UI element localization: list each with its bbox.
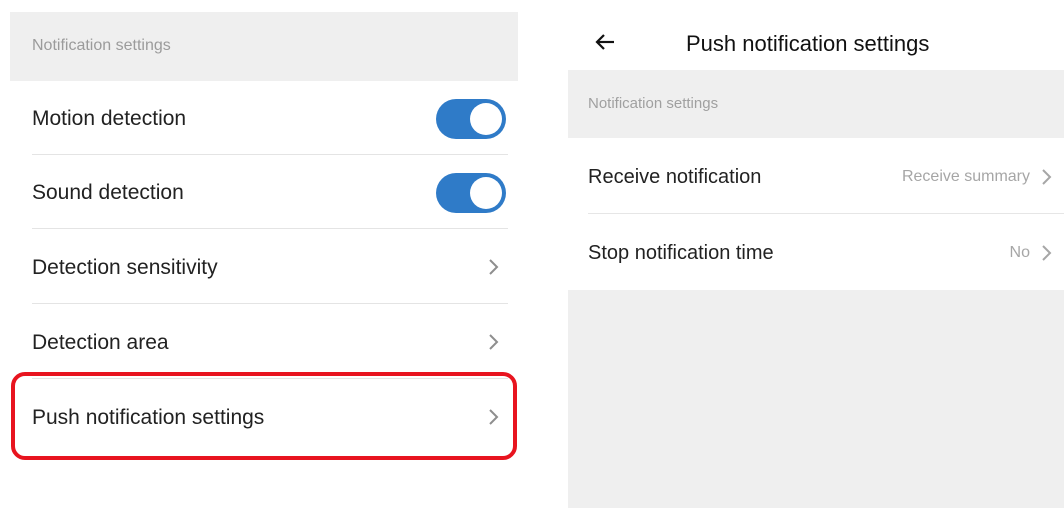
notification-options-list: Receive notification Receive summary Sto… [568, 138, 1064, 290]
sound-detection-label: Sound detection [32, 181, 184, 204]
detection-sensitivity-label: Detection sensitivity [32, 256, 218, 279]
section-header: Notification settings [10, 12, 518, 81]
chevron-right-icon [489, 334, 499, 350]
detection-sensitivity-row[interactable]: Detection sensitivity [10, 230, 518, 304]
push-notification-settings-screen: Push notification settings Notification … [568, 0, 1064, 508]
receive-notification-row[interactable]: Receive notification Receive summary [568, 138, 1064, 214]
chevron-right-icon [489, 259, 499, 275]
section-header: Notification settings [568, 70, 1064, 138]
page-title: Push notification settings [686, 31, 930, 56]
detection-area-label: Detection area [32, 331, 169, 354]
detection-area-row[interactable]: Detection area [10, 305, 518, 379]
sound-detection-row: Sound detection [10, 155, 518, 229]
toggle-knob [470, 177, 502, 209]
top-bar: Push notification settings [568, 0, 1064, 70]
stop-notification-time-row[interactable]: Stop notification time No [568, 214, 1064, 290]
motion-detection-toggle[interactable] [436, 99, 506, 139]
detection-settings-panel: Notification settings Motion detection S… [10, 0, 518, 508]
back-arrow-icon[interactable] [594, 30, 618, 54]
section-header-label: Notification settings [588, 95, 719, 112]
sound-detection-toggle[interactable] [436, 173, 506, 213]
receive-notification-value: Receive summary [901, 168, 1030, 185]
divider [32, 303, 508, 304]
stop-notification-time-value: No [1009, 244, 1030, 261]
stop-notification-time-label: Stop notification time [588, 242, 774, 264]
highlight-box [11, 372, 517, 460]
divider [32, 228, 508, 229]
receive-notification-label: Receive notification [588, 166, 762, 188]
motion-detection-row: Motion detection [10, 81, 518, 155]
chevron-right-icon [1042, 245, 1052, 261]
chevron-right-icon [1042, 169, 1052, 185]
section-header-label: Notification settings [32, 37, 171, 54]
motion-detection-label: Motion detection [32, 107, 187, 130]
toggle-knob [470, 103, 502, 135]
